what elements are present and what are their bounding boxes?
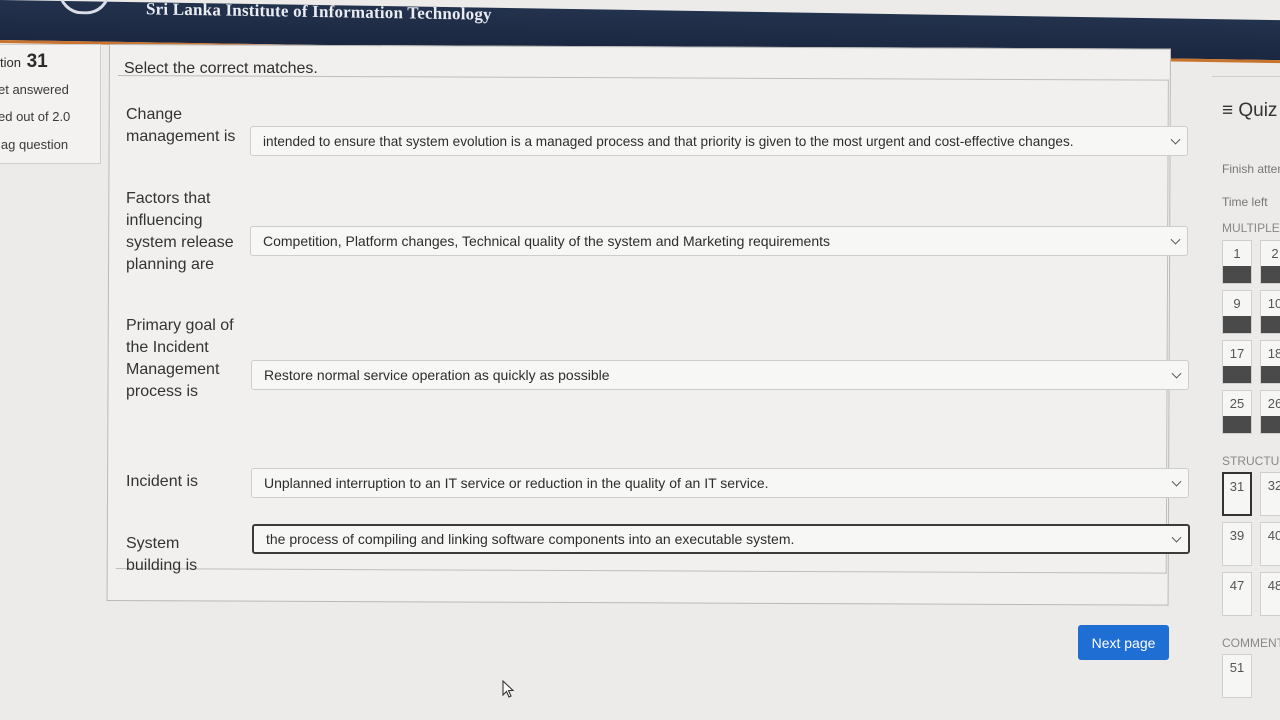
answered-indicator bbox=[1223, 416, 1251, 433]
quiz-nav-button[interactable]: 10 bbox=[1260, 290, 1280, 334]
match-select-2-value: Competition, Platform changes, Technical… bbox=[263, 233, 831, 249]
chevron-down-icon bbox=[1171, 532, 1182, 543]
nav-divider bbox=[1212, 76, 1280, 77]
institution-logo-icon bbox=[58, 0, 110, 15]
nav-button-number: 2 bbox=[1271, 246, 1279, 261]
nav-button-number: 10 bbox=[1267, 296, 1280, 311]
quiz-nav-button[interactable]: 18 bbox=[1260, 340, 1280, 384]
quiz-nav-button[interactable]: 26 bbox=[1260, 390, 1280, 434]
nav-button-number: 26 bbox=[1267, 396, 1280, 411]
nav-button-number: 40 bbox=[1267, 528, 1280, 543]
match-select-5-value: the process of compiling and linking sof… bbox=[266, 531, 795, 547]
flag-question-link[interactable]: lag question bbox=[0, 137, 68, 152]
nav-button-number: 47 bbox=[1229, 578, 1245, 593]
nav-button-number: 39 bbox=[1229, 528, 1245, 543]
answered-indicator bbox=[1223, 316, 1251, 333]
answered-indicator bbox=[1261, 316, 1280, 333]
nav-button-number: 51 bbox=[1229, 660, 1245, 675]
match-select-1-value: intended to ensure that system evolution… bbox=[263, 133, 1074, 149]
chevron-down-icon bbox=[1170, 234, 1181, 245]
nav-button-number: 31 bbox=[1229, 479, 1245, 494]
chevron-down-icon bbox=[1171, 368, 1182, 379]
match-term-3: Primary goal of the Incident Management … bbox=[126, 317, 234, 400]
nav-button-number: 25 bbox=[1229, 396, 1245, 411]
match-select-4-value: Unplanned interruption to an IT service … bbox=[264, 475, 769, 491]
answered-indicator bbox=[1223, 366, 1251, 383]
institution-name: Sri Lanka Institute of Information Techn… bbox=[146, 0, 492, 24]
nav-button-number: 18 bbox=[1267, 346, 1280, 361]
quiz-navigation-title[interactable]: ≡ Quiz bbox=[1222, 100, 1277, 122]
mouse-cursor-icon bbox=[502, 680, 515, 698]
answered-indicator bbox=[1261, 266, 1280, 283]
quiz-nav-button[interactable]: 47 bbox=[1222, 572, 1252, 616]
quiz-navigation: ≡ Quiz Finish attempt Time left MULTIPLE… bbox=[1212, 72, 1280, 720]
quiz-nav-button-current[interactable]: 31 bbox=[1222, 472, 1252, 516]
nav-button-number: 17 bbox=[1229, 346, 1245, 361]
quiz-nav-button[interactable]: 1 bbox=[1222, 240, 1252, 284]
section-multiple-heading: MULTIPLE bbox=[1222, 221, 1280, 235]
answered-indicator bbox=[1261, 416, 1280, 433]
answered-indicator bbox=[1223, 266, 1251, 283]
quiz-nav-button[interactable]: 51 bbox=[1222, 654, 1252, 698]
quiz-nav-button[interactable]: 40 bbox=[1260, 522, 1280, 566]
quiz-nav-button[interactable]: 32 bbox=[1260, 472, 1280, 516]
time-left-label: Time left bbox=[1222, 195, 1268, 209]
match-term-2: Factors that influencing system release … bbox=[126, 190, 234, 273]
question-marks: ed out of 2.0 bbox=[0, 109, 71, 124]
match-select-3-value: Restore normal service operation as quic… bbox=[264, 367, 610, 383]
match-term-4: Incident is bbox=[126, 473, 199, 490]
answered-indicator bbox=[1261, 366, 1280, 383]
nav-button-number: 32 bbox=[1267, 478, 1280, 493]
chevron-down-icon bbox=[1171, 476, 1182, 487]
match-select-5[interactable]: the process of compiling and linking sof… bbox=[252, 524, 1190, 554]
quiz-nav-button[interactable]: 9 bbox=[1222, 290, 1252, 334]
match-select-1[interactable]: intended to ensure that system evolution… bbox=[250, 126, 1188, 156]
nav-button-number: 1 bbox=[1233, 246, 1241, 261]
section-comments-heading: COMMENTS bbox=[1222, 636, 1280, 650]
question-number: tion 31 bbox=[0, 51, 48, 73]
quiz-nav-button[interactable]: 48 bbox=[1260, 572, 1280, 616]
match-term-1: Change management is bbox=[126, 106, 236, 145]
next-page-button[interactable]: Next page bbox=[1078, 625, 1169, 660]
quiz-nav-button[interactable]: 25 bbox=[1222, 390, 1252, 434]
question-label: tion bbox=[0, 55, 21, 70]
question-status: et answered bbox=[0, 82, 69, 97]
quiz-nav-button[interactable]: 39 bbox=[1222, 522, 1252, 566]
match-select-3[interactable]: Restore normal service operation as quic… bbox=[251, 360, 1189, 390]
match-select-4[interactable]: Unplanned interruption to an IT service … bbox=[251, 468, 1189, 498]
finish-attempt-link[interactable]: Finish attempt bbox=[1222, 162, 1280, 176]
chevron-down-icon bbox=[1170, 134, 1181, 145]
quiz-nav-button[interactable]: 2 bbox=[1260, 240, 1280, 284]
match-select-2[interactable]: Competition, Platform changes, Technical… bbox=[250, 226, 1188, 256]
nav-button-number: 48 bbox=[1267, 578, 1280, 593]
match-term-5: System building is bbox=[126, 535, 198, 574]
question-number-value: 31 bbox=[26, 51, 48, 72]
section-structured-heading: STRUCTURED bbox=[1222, 454, 1280, 468]
question-prompt: Select the correct matches. bbox=[124, 60, 318, 77]
quiz-nav-button[interactable]: 17 bbox=[1222, 340, 1252, 384]
nav-button-number: 9 bbox=[1233, 296, 1241, 311]
question-info: tion 31 et answered ed out of 2.0 lag qu… bbox=[0, 44, 101, 164]
